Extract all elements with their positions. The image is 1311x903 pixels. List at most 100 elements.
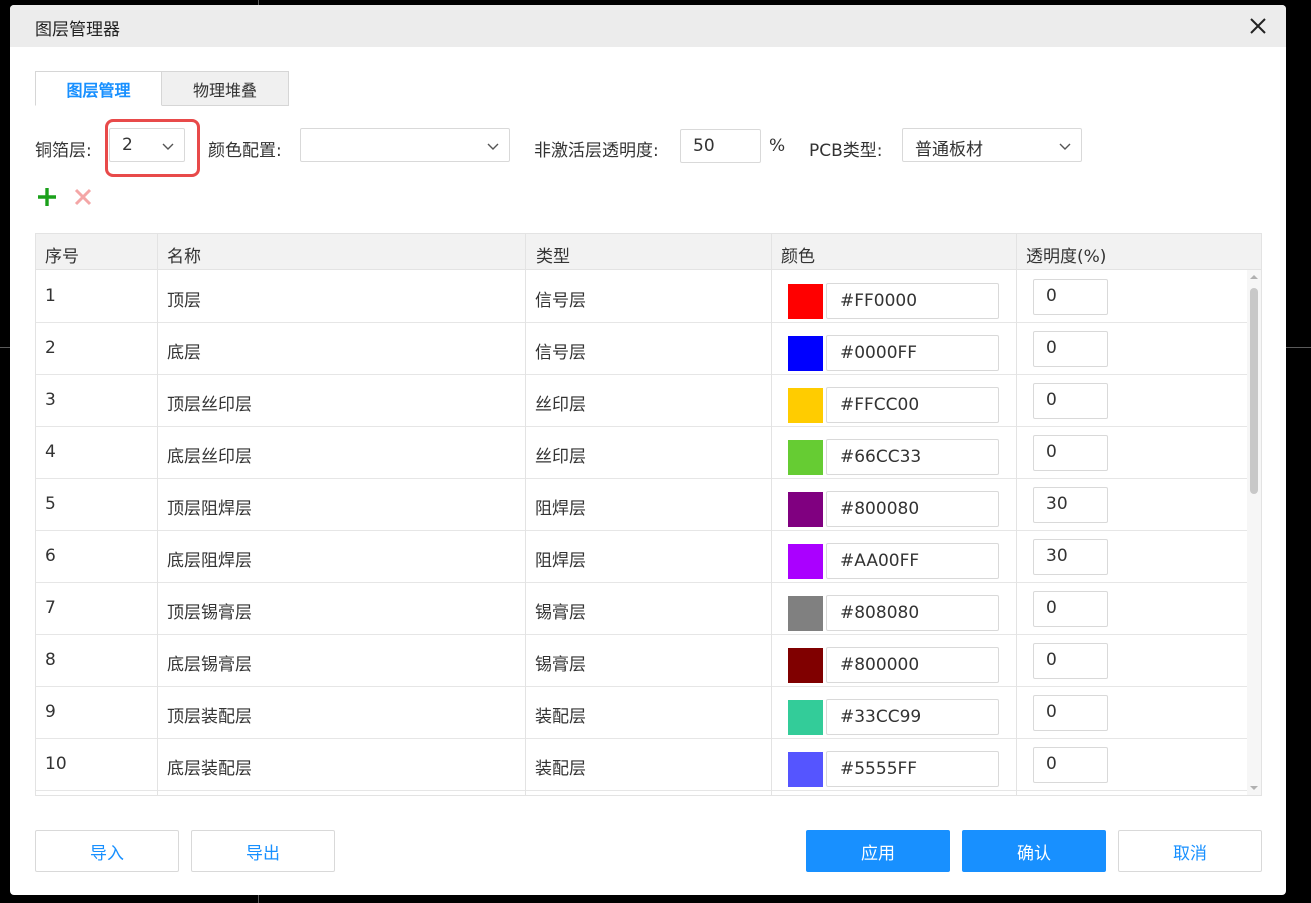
table-row[interactable]: 3 顶层丝印层 丝印层 #FFCC00 0	[36, 375, 1247, 427]
color-swatch[interactable]	[788, 284, 823, 319]
color-hex-value: #808080	[840, 603, 920, 623]
color-config-select[interactable]	[300, 128, 510, 162]
copper-layer-label: 铜箔层:	[35, 141, 92, 161]
color-hex-input[interactable]: #FF0000	[826, 283, 999, 319]
opacity-input[interactable]: 0	[1033, 643, 1108, 679]
plus-icon[interactable]	[36, 186, 58, 208]
row-name: 底层	[167, 343, 201, 363]
layer-table: 序号 名称 类型 颜色 透明度(%) 1 顶层 信号层 #FF0000 0 2 底层 信号层 #…	[35, 233, 1262, 796]
row-type: 阻焊层	[535, 551, 586, 571]
color-swatch[interactable]	[788, 700, 823, 735]
row-index: 2	[45, 338, 56, 358]
color-hex-input[interactable]: #FFCC00	[826, 387, 999, 423]
color-hex-input[interactable]: #800080	[826, 491, 999, 527]
color-hex-input[interactable]: #5555FF	[826, 751, 999, 787]
opacity-input[interactable]: 0	[1033, 591, 1108, 627]
header-color: 颜色	[781, 247, 815, 267]
table-row[interactable]: 8 底层锡膏层 锡膏层 #800000 0	[36, 635, 1247, 687]
opacity-value: 30	[1046, 546, 1068, 566]
column-divider	[1016, 234, 1017, 795]
color-swatch[interactable]	[788, 492, 823, 527]
tab-physical-stackup[interactable]: 物理堆叠	[162, 71, 289, 106]
pcb-type-select[interactable]: 普通板材	[902, 128, 1082, 162]
color-hex-value: #800080	[840, 499, 920, 519]
color-hex-value: #5555FF	[840, 759, 918, 779]
opacity-value: 0	[1046, 286, 1057, 306]
table-row[interactable]: 7 顶层锡膏层 锡膏层 #808080 0	[36, 583, 1247, 635]
color-hex-input[interactable]: #AA00FF	[826, 543, 999, 579]
export-button[interactable]: 导出	[191, 830, 335, 872]
color-swatch[interactable]	[788, 752, 823, 787]
table-row[interactable]: 1 顶层 信号层 #FF0000 0	[36, 271, 1247, 323]
color-hex-input[interactable]: #808080	[826, 595, 999, 631]
opacity-input[interactable]: 0	[1033, 747, 1108, 783]
table-row[interactable]: 6 底层阻焊层 阻焊层 #AA00FF 30	[36, 531, 1247, 583]
color-hex-input[interactable]: #66CC33	[826, 439, 999, 475]
cancel-button[interactable]: 取消	[1118, 830, 1262, 872]
opacity-value: 0	[1046, 650, 1057, 670]
confirm-button[interactable]: 确认	[962, 830, 1106, 872]
row-index: 3	[45, 390, 56, 410]
chevron-down-icon	[1059, 143, 1071, 150]
color-swatch[interactable]	[788, 544, 823, 579]
vertical-scrollbar[interactable]	[1247, 270, 1261, 795]
color-swatch[interactable]	[788, 388, 823, 423]
percent-sign: %	[769, 136, 786, 156]
apply-button[interactable]: 应用	[806, 830, 950, 872]
table-row[interactable]: 2 底层 信号层 #0000FF 0	[36, 323, 1247, 375]
scrollbar-thumb[interactable]	[1250, 288, 1258, 494]
row-index: 5	[45, 494, 56, 514]
row-name: 底层阻焊层	[167, 551, 252, 571]
table-row[interactable]: 5 顶层阻焊层 阻焊层 #800080 30	[36, 479, 1247, 531]
opacity-value: 0	[1046, 442, 1057, 462]
color-swatch[interactable]	[788, 336, 823, 371]
opacity-input[interactable]: 0	[1033, 279, 1108, 315]
close-icon[interactable]	[1246, 14, 1270, 38]
row-name: 顶层阻焊层	[167, 499, 252, 519]
row-name: 顶层锡膏层	[167, 603, 252, 623]
copper-layer-select[interactable]: 2	[109, 128, 185, 162]
crosshair-right	[1286, 347, 1311, 348]
row-name: 底层丝印层	[167, 447, 252, 467]
color-swatch[interactable]	[788, 596, 823, 631]
header-index: 序号	[45, 247, 79, 267]
opacity-input[interactable]: 0	[1033, 695, 1108, 731]
inactive-opacity-value: 50	[693, 136, 715, 156]
tab-bar: 图层管理 物理堆叠	[35, 71, 289, 106]
opacity-input[interactable]: 30	[1033, 539, 1108, 575]
color-hex-input[interactable]: #0000FF	[826, 335, 999, 371]
scroll-down-icon[interactable]	[1250, 784, 1258, 792]
chevron-down-icon	[487, 143, 499, 150]
color-hex-input[interactable]: #800000	[826, 647, 999, 683]
inactive-opacity-input[interactable]: 50	[680, 129, 761, 163]
color-hex-input[interactable]: #33CC99	[826, 699, 999, 735]
copper-layer-value: 2	[122, 135, 133, 155]
chevron-down-icon	[162, 143, 174, 150]
row-index: 8	[45, 650, 56, 670]
scroll-up-icon[interactable]	[1250, 273, 1258, 281]
column-divider	[771, 234, 772, 795]
color-hex-value: #AA00FF	[840, 551, 920, 571]
close-icon[interactable]	[72, 186, 94, 208]
pcb-type-label: PCB类型:	[809, 141, 883, 161]
table-row[interactable]: 4 底层丝印层 丝印层 #66CC33 0	[36, 427, 1247, 479]
row-index: 1	[45, 286, 56, 306]
table-row[interactable]: 9 顶层装配层 装配层 #33CC99 0	[36, 687, 1247, 739]
crosshair-left	[0, 347, 10, 348]
opacity-input[interactable]: 0	[1033, 383, 1108, 419]
crosshair-bottom	[258, 895, 259, 903]
opacity-input[interactable]: 0	[1033, 435, 1108, 471]
opacity-input[interactable]: 0	[1033, 331, 1108, 367]
column-divider	[157, 234, 158, 795]
table-row[interactable]: 10 底层装配层 装配层 #5555FF 0	[36, 739, 1247, 791]
opacity-input[interactable]: 30	[1033, 487, 1108, 523]
tab-layer-management[interactable]: 图层管理	[35, 71, 162, 106]
row-index: 7	[45, 598, 56, 618]
color-hex-value: #800000	[840, 655, 920, 675]
opacity-value: 0	[1046, 702, 1057, 722]
row-type: 装配层	[535, 707, 586, 727]
color-swatch[interactable]	[788, 440, 823, 475]
import-button[interactable]: 导入	[35, 830, 179, 872]
header-opacity: 透明度(%)	[1026, 247, 1107, 267]
color-swatch[interactable]	[788, 648, 823, 683]
